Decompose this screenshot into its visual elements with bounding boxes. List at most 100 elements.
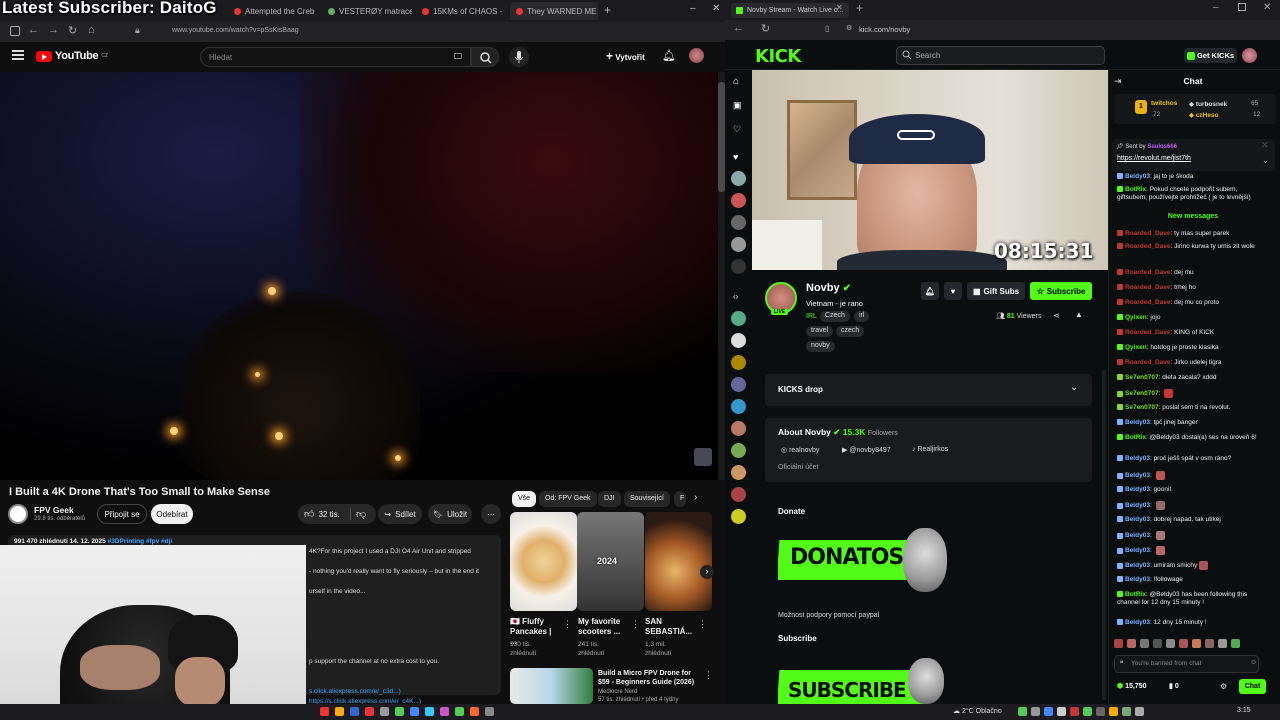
chevron-down-icon[interactable]: ⌄ [1070,382,1078,393]
more-vert-icon[interactable]: ⋮ [704,670,713,681]
recommended-title[interactable]: My favorite scooters ... [578,617,628,637]
browser-tab[interactable]: 15KMs of CHAOS - Abu... [416,2,504,20]
chat-username[interactable]: Qyixen [1125,344,1147,351]
stream-tag[interactable]: irl [854,311,870,322]
chip-more[interactable]: F [674,491,686,507]
unpin-icon[interactable]: ⤫ [1262,142,1268,150]
expand-icon[interactable]: ‹› [733,292,738,301]
chat-message[interactable]: Beldy03: 12 dny 15 minuty ! [1117,619,1255,627]
chat-message[interactable]: BotRix: Pokud chcete podpořit subem, gif… [1117,186,1263,202]
chat-message[interactable]: Se7en0707: dieta zacala? xddd [1117,374,1255,382]
new-tab-icon[interactable]: + [856,1,863,15]
app-icon[interactable] [380,707,389,716]
followed-channel-avatar[interactable] [731,421,746,436]
donate-banner[interactable]: DONATOSS [778,528,948,592]
recommended-video-thumbnail[interactable] [510,668,593,704]
emote-icon[interactable] [1114,639,1123,648]
chat-username[interactable]: Beldy03 [1125,516,1150,523]
followed-channel-avatar[interactable] [731,443,746,458]
join-button[interactable]: Připojit se [97,504,147,524]
more-actions-button[interactable]: ⋯ [481,504,501,524]
minimize-icon[interactable]: – [1213,2,1219,13]
notifications-bell-icon[interactable]: 🔔︎ [662,49,676,62]
notifications-button[interactable]: 🔔︎ [921,282,939,300]
followed-channel-avatar[interactable] [731,377,746,392]
chat-message[interactable]: Qyixen: jojo [1117,314,1255,322]
app-icon[interactable] [485,707,494,716]
followed-channel-avatar[interactable] [731,465,746,480]
emote-icon[interactable] [1153,639,1162,648]
kicks-balance[interactable]: ⬢ 15,750 [1117,682,1147,690]
chat-username[interactable]: Beldy03 [1125,619,1150,626]
chat-message[interactable]: Beldy03: tpč jinej banger [1117,419,1255,427]
site-info-icon[interactable]: ⚙ [846,24,852,32]
report-icon[interactable]: ▲ [1075,310,1083,319]
followed-channel-avatar[interactable] [731,399,746,414]
emote-icon[interactable] [1218,639,1227,648]
chat-username[interactable]: BotRix [1125,186,1146,193]
more-vert-icon[interactable]: ⋮ [631,619,640,630]
create-button[interactable]: + Vytvořit [606,49,645,63]
tray-icon[interactable] [1135,707,1144,716]
search-input[interactable]: Hledat [200,47,471,67]
social-youtube[interactable]: ▶ @novby8497 [842,446,891,454]
hashtags[interactable]: #3DPrinting #fpv #dji [108,538,173,545]
browser-tab-active[interactable]: They WARNED ME Not... [510,2,598,20]
shelf-next-icon[interactable]: › [700,565,714,579]
chat-username[interactable]: Roarded_Dave [1125,269,1171,276]
back-icon[interactable]: ← [28,24,39,36]
chat-message[interactable]: Beldy03: [1117,546,1255,555]
followed-channel-avatar[interactable] [731,333,746,348]
chip-from-channel[interactable]: Od: FPV Geek [539,491,597,507]
chat-username[interactable]: Beldy03 [1125,472,1150,479]
chat-message[interactable]: Roarded_Dave: Jirino kurwa ty umis zit w… [1117,243,1255,251]
weather-widget[interactable]: ☁ 2°C Oblačno [953,707,1002,715]
followed-channel-avatar[interactable] [731,193,746,208]
chat-message[interactable]: Roarded_Dave: trhej ho [1117,284,1255,292]
video-player[interactable] [0,72,718,480]
emote-icon[interactable] [1192,639,1201,648]
new-tab-icon[interactable]: + [604,3,611,17]
chat-username[interactable]: Se7en0707 [1125,390,1159,397]
chat-username[interactable]: Beldy03 [1125,419,1150,426]
home-icon[interactable]: ⌂ [733,76,739,87]
followed-channel-avatar[interactable] [731,237,746,252]
chat-username[interactable]: BotRix [1125,434,1146,441]
gift-subs-button[interactable]: ▦ Gift Subs [967,282,1025,300]
following-heart-icon[interactable]: ♡ [733,124,741,135]
back-icon[interactable]: ← [733,22,744,34]
account-avatar[interactable] [689,48,704,63]
emote-icon[interactable] [1140,639,1149,648]
chat-username[interactable]: Beldy03 [1125,547,1150,554]
sidebar-toggle-icon[interactable] [10,26,20,36]
social-instagram[interactable]: ◎ realnovby [781,446,819,454]
emote-icon[interactable] [1166,639,1175,648]
chat-message[interactable]: Beldy03: umiram smichy [1117,561,1255,570]
send-chat-button[interactable]: Chat [1239,679,1266,694]
more-vert-icon[interactable]: ⋮ [563,619,572,630]
browse-icon[interactable]: ▣ [733,100,742,111]
scrollbar[interactable] [1102,370,1106,700]
forward-icon[interactable]: → [48,24,59,36]
chevron-right-icon[interactable]: › [694,492,697,503]
browser-tab[interactable]: VESTERØY matrace s tai... [322,2,412,20]
chat-message[interactable]: BotRix: @Beldy03 dostal(a) ses na úroveň… [1117,434,1263,442]
keyboard-icon[interactable] [454,53,462,59]
stream-tag[interactable]: Czech [820,311,850,322]
dislike-icon[interactable]: 👎︎ [356,508,366,520]
lock-icon[interactable]: 🔒︎ [135,25,140,36]
browser-tab-active[interactable]: Novby Stream - Watch Live o... [731,3,849,18]
chat-message[interactable]: Beldy03: [1117,471,1255,480]
app-icon[interactable] [455,707,464,716]
chat-input[interactable]: You're banned from chat [1114,655,1259,673]
recommended-thumbnail[interactable] [510,512,577,611]
emote-icon[interactable] [1231,639,1240,648]
chat-message[interactable]: Beldy03: [1117,531,1255,540]
chat-settings-icon[interactable]: ⚙ [1220,682,1227,691]
chat-message[interactable]: Roarded_Dave: KING of KICK [1117,329,1255,337]
profile-avatar[interactable] [1242,48,1257,63]
save-button[interactable]: 🔖︎ Uložit [428,504,472,524]
tray-icon[interactable] [1031,707,1040,716]
browser-tab[interactable]: Attempted the Creb Tr... [228,2,316,20]
emote-icon[interactable] [1205,639,1214,648]
